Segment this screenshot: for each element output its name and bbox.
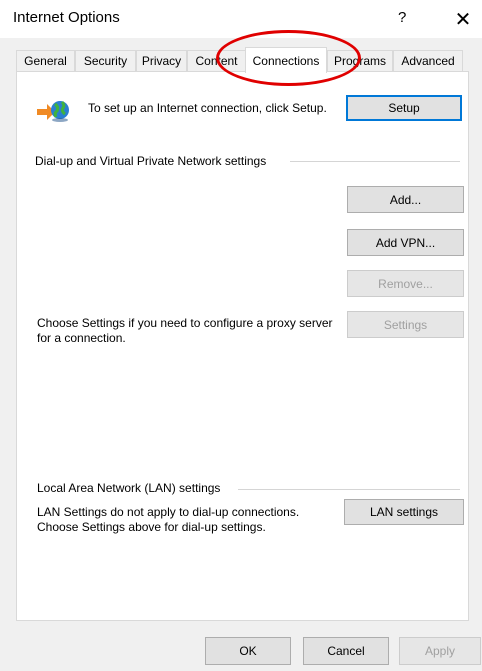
tab-connections[interactable]: Connections (245, 47, 327, 73)
tab-label: Security (83, 54, 128, 68)
ok-button[interactable]: OK (205, 637, 291, 665)
lan-settings-button[interactable]: LAN settings (344, 499, 464, 525)
proxy-description: Choose Settings if you need to configure… (37, 316, 333, 345)
ok-button-label: OK (239, 644, 257, 658)
apply-button-label: Apply (424, 644, 456, 658)
tab-security[interactable]: Security (75, 50, 136, 71)
apply-button[interactable]: Apply (399, 637, 481, 665)
dialup-group-header: Dial-up and Virtual Private Network sett… (35, 154, 267, 168)
setup-description: To set up an Internet connection, click … (88, 101, 327, 115)
add-vpn-button-label: Add VPN... (375, 235, 436, 250)
tab-privacy[interactable]: Privacy (136, 50, 187, 71)
window-title: Internet Options (13, 9, 120, 26)
connections-panel: To set up an Internet connection, click … (16, 71, 469, 621)
tab-label: Connections (252, 53, 320, 68)
add-button-label: Add... (389, 192, 422, 207)
title-bar: Internet Options ? ✕ (0, 0, 482, 38)
setup-button-label: Setup (388, 101, 420, 115)
tab-programs[interactable]: Programs (327, 50, 393, 71)
settings-button-label: Settings (383, 317, 428, 332)
tab-advanced[interactable]: Advanced (393, 50, 463, 71)
tab-label: Programs (333, 54, 386, 68)
help-button[interactable]: ? (398, 9, 406, 26)
tab-label: General (24, 54, 67, 68)
tab-general[interactable]: General (16, 50, 75, 71)
tab-label: Advanced (401, 54, 455, 68)
group-divider (290, 161, 460, 162)
group-divider (238, 489, 460, 490)
remove-button-label: Remove... (378, 276, 433, 291)
settings-button[interactable]: Settings (347, 311, 464, 338)
tab-label: Content (195, 54, 238, 68)
tab-label: Privacy (141, 54, 182, 68)
lan-settings-button-label: LAN settings (369, 505, 439, 519)
tab-content[interactable]: Content (187, 50, 246, 71)
internet-connection-icon (37, 100, 69, 122)
cancel-button-label: Cancel (327, 644, 365, 658)
remove-button[interactable]: Remove... (347, 270, 464, 297)
add-button[interactable]: Add... (347, 186, 464, 213)
cancel-button[interactable]: Cancel (303, 637, 389, 665)
lan-group-header: Local Area Network (LAN) settings (37, 481, 221, 495)
setup-button[interactable]: Setup (346, 95, 462, 121)
lan-description: LAN Settings do not apply to dial-up con… (37, 505, 300, 534)
add-vpn-button[interactable]: Add VPN... (347, 229, 464, 256)
close-icon[interactable]: ✕ (448, 5, 478, 33)
